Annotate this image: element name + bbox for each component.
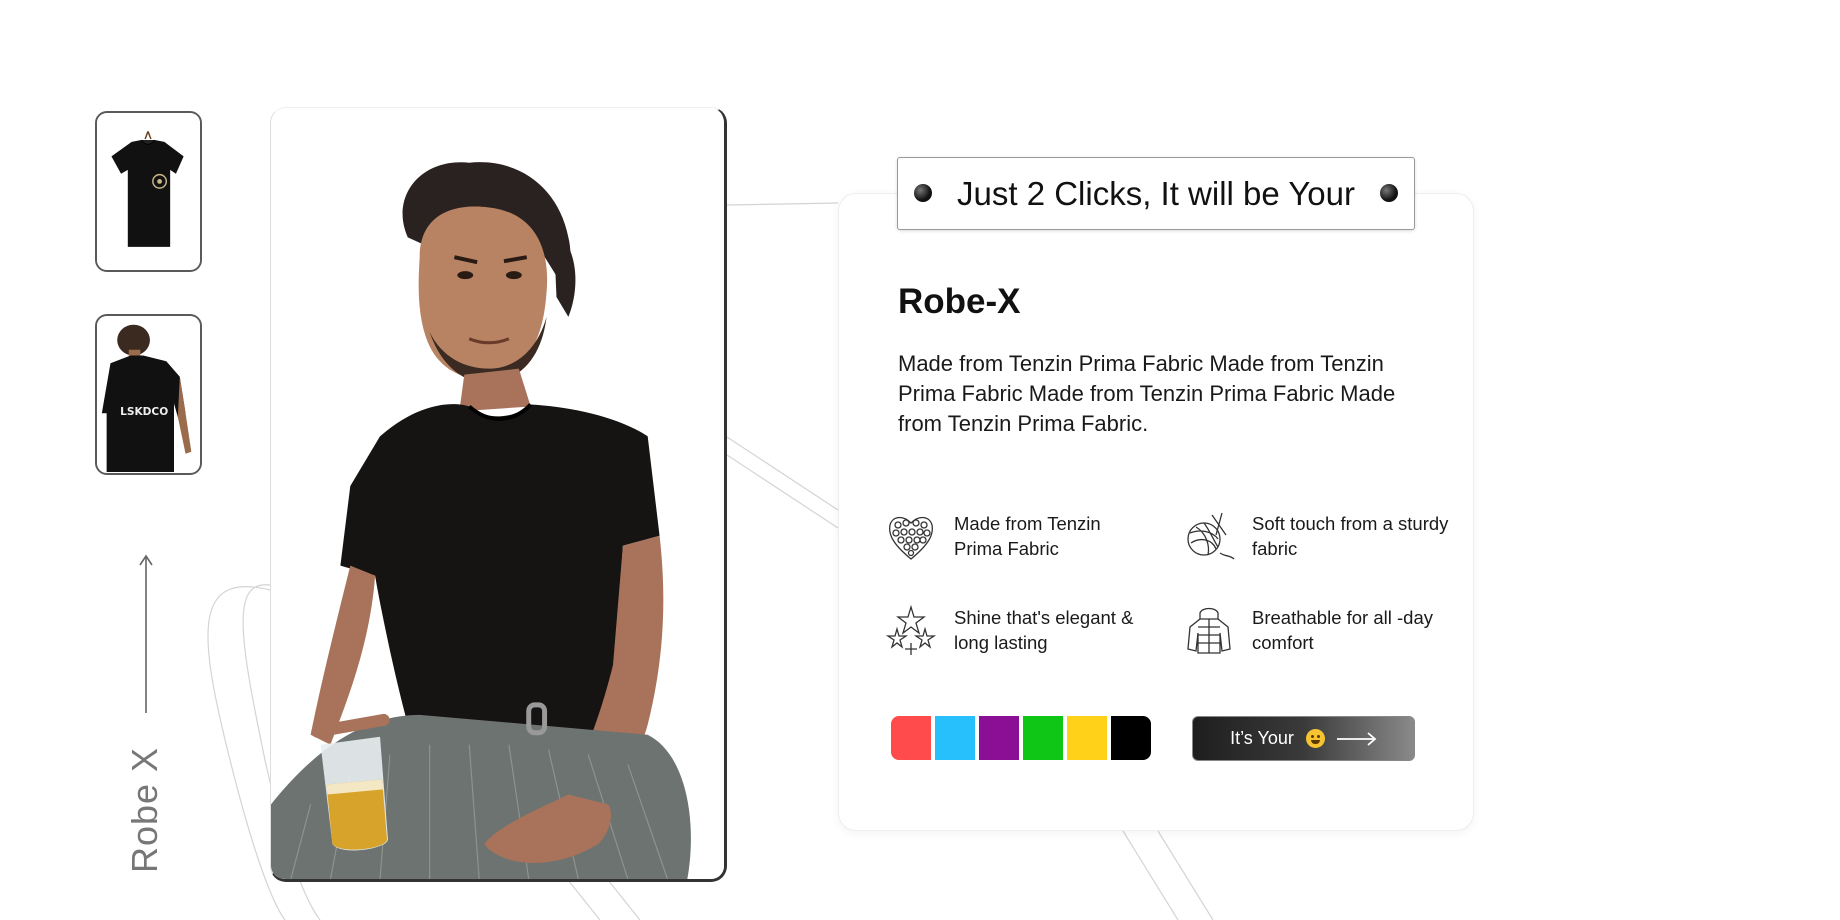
side-title: Robe X — [124, 746, 165, 874]
feature-soft: Soft touch from a sturdy fabric — [1182, 509, 1452, 563]
long-arrow-right-icon — [1336, 731, 1377, 746]
swatch-red[interactable] — [891, 716, 931, 760]
model-illustration — [271, 108, 724, 879]
feature-text: Breathable for all -day comfort — [1252, 607, 1433, 653]
swatch-yellow[interactable] — [1067, 716, 1107, 760]
thumbnail-front[interactable] — [95, 111, 202, 272]
feature-text: Shine that's elegant & long lasting — [954, 607, 1134, 653]
swatch-black[interactable] — [1111, 716, 1151, 760]
swatch-blue[interactable] — [935, 716, 975, 760]
feature-text: Soft touch from a sturdy fabric — [1252, 513, 1449, 559]
rivet-left-icon — [914, 184, 932, 202]
arrow-up-icon — [139, 554, 153, 713]
swatch-purple[interactable] — [979, 716, 1019, 760]
thumbnail-back[interactable]: LSKDCO — [95, 314, 202, 475]
cta-label: It’s Your — [1230, 728, 1294, 748]
jacket-icon — [1182, 603, 1236, 657]
rivet-right-icon — [1380, 184, 1398, 202]
color-swatches — [891, 716, 1151, 760]
product-title: Robe-X — [898, 282, 1021, 321]
grinning-face-icon — [1305, 729, 1325, 748]
feature-fabric: Made from Tenzin Prima Fabric — [884, 509, 1154, 563]
hearts-icon — [884, 509, 938, 563]
back-print-text: LSKDCO — [120, 406, 168, 418]
feature-shine: Shine that's elegant & long lasting — [884, 603, 1154, 657]
feature-text: Made from Tenzin Prima Fabric — [954, 513, 1101, 559]
front-tshirt-image — [97, 114, 200, 269]
main-product-image — [270, 107, 727, 882]
its-your-button[interactable]: It’s Your — [1192, 716, 1415, 761]
product-description: Made from Tenzin Prima Fabric Made from … — [898, 351, 1396, 436]
feature-breathable: Breathable for all -day comfort — [1182, 603, 1452, 657]
stars-icon — [884, 603, 938, 657]
back-tshirt-image: LSKDCO — [97, 317, 200, 472]
swatch-green[interactable] — [1023, 716, 1063, 760]
banner-text: Just 2 Clicks, It will be Your — [957, 174, 1355, 212]
yarn-ball-icon — [1182, 509, 1236, 563]
promo-banner: Just 2 Clicks, It will be Your — [897, 157, 1415, 230]
